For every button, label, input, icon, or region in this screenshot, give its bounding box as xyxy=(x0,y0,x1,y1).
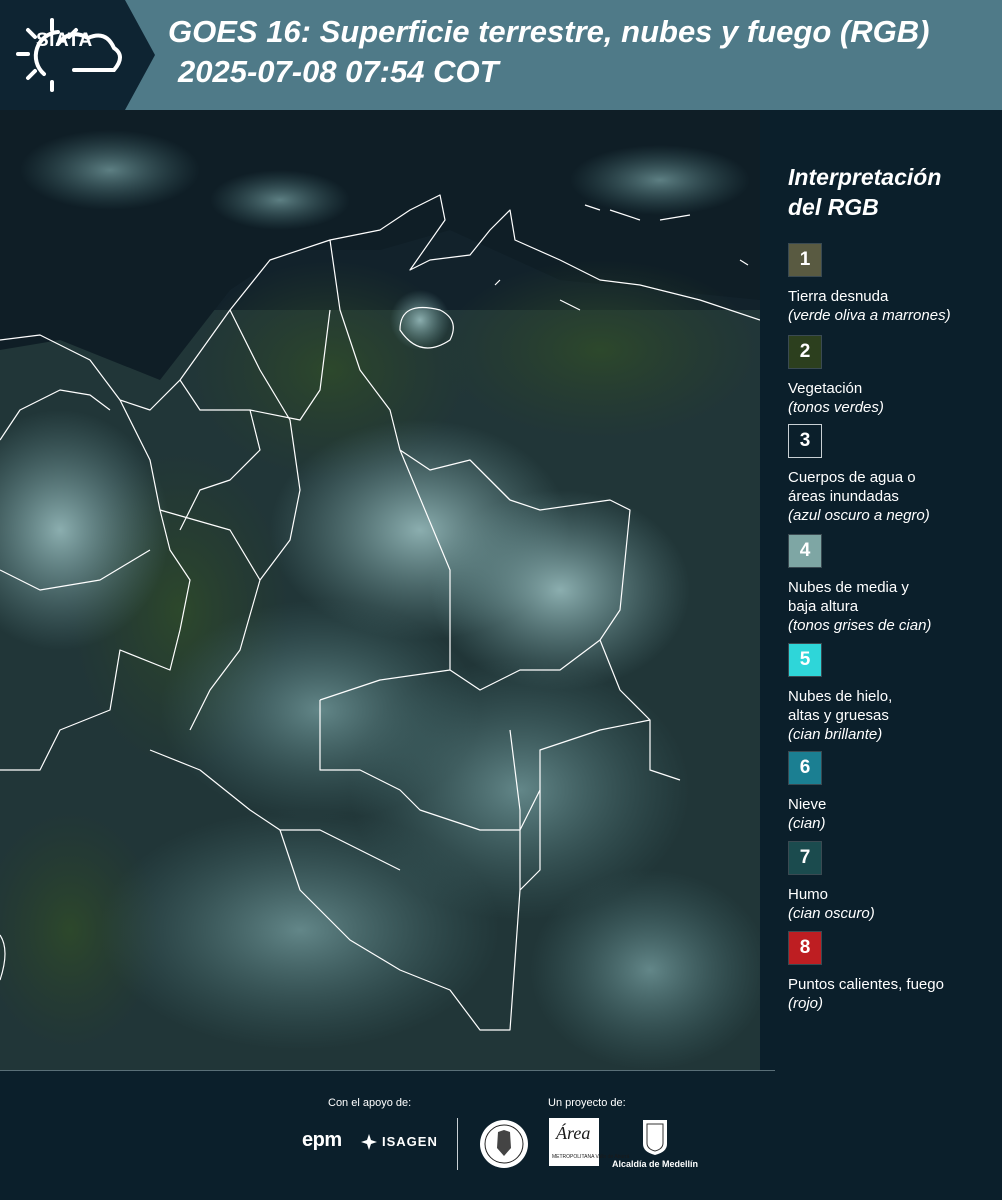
page-title: GOES 16: Superficie terrestre, nubes y f… xyxy=(168,14,930,49)
legend-label: Nubes de media y baja altura xyxy=(788,579,909,615)
legend-swatch-1: 1 xyxy=(788,243,822,277)
epm-logo[interactable]: epm xyxy=(302,1129,342,1152)
legend-label: Cuerpos de agua o áreas inundadas xyxy=(788,469,916,505)
legend-hint: (cian) xyxy=(788,815,826,832)
metropolitan-seal-icon[interactable] xyxy=(478,1118,530,1170)
support-label: Con el apoyo de: xyxy=(328,1097,412,1109)
legend-label: Nubes de hielo, altas y gruesas xyxy=(788,688,893,724)
legend-item-water: 3 Cuerpos de agua o áreas inundadas (azul… xyxy=(788,424,998,526)
legend-item-snow: 6 Nieve (cian) xyxy=(788,751,998,834)
legend-hint: (tonos grises de cian) xyxy=(788,617,932,634)
project-label: Un proyecto de: xyxy=(548,1097,626,1109)
legend-item-vegetation: 2 Vegetación (tonos verdes) xyxy=(788,335,998,418)
header: SIATA GOES 16: Superficie terrestre, nub… xyxy=(0,0,1002,110)
alcaldia-shield-icon[interactable] xyxy=(641,1118,669,1156)
legend-hint: (verde oliva a marrones) xyxy=(788,307,951,324)
legend-hint: (cian oscuro) xyxy=(788,905,875,922)
legend-item-fire: 8 Puntos calientes, fuego (rojo) xyxy=(788,931,998,1014)
footer-divider-line xyxy=(0,1070,775,1071)
legend-hint: (rojo) xyxy=(788,995,824,1012)
alcaldia-logo-text: Alcaldía de Medellín xyxy=(612,1159,699,1169)
legend-label: Puntos calientes, fuego xyxy=(788,976,944,993)
legend-panel: Interpretación del RGB 1 Tierra desnuda … xyxy=(760,110,1002,1070)
siata-logo xyxy=(16,18,122,92)
legend-hint: (cian brillante) xyxy=(788,726,883,743)
legend-label: Humo xyxy=(788,886,829,903)
satellite-map[interactable] xyxy=(0,110,760,1070)
legend-label: Vegetación xyxy=(788,380,863,397)
legend-item-bare-soil: 1 Tierra desnuda (verde oliva a marrones… xyxy=(788,243,998,326)
legend-title: Interpretación del RGB xyxy=(788,162,941,222)
satellite-image xyxy=(0,110,760,1070)
legend-hint: (azul oscuro a negro) xyxy=(788,507,930,524)
footer: Con el apoyo de: Un proyecto de: epm ISA… xyxy=(0,1070,1002,1200)
legend-title-line2: del RGB xyxy=(788,194,879,220)
page-datetime: 2025-07-08 07:54 COT xyxy=(178,54,499,89)
siata-logo-text: SIATA xyxy=(36,30,93,51)
legend-item-ice-clouds: 5 Nubes de hielo, altas y gruesas (cian b… xyxy=(788,643,998,745)
legend-swatch-3: 3 xyxy=(788,424,822,458)
legend-swatch-2: 2 xyxy=(788,335,822,369)
legend-title-line1: Interpretación xyxy=(788,164,942,190)
legend-label: Tierra desnuda xyxy=(788,288,889,305)
legend-hint: (tonos verdes) xyxy=(788,399,884,416)
isagen-logo[interactable]: ISAGEN xyxy=(382,1134,438,1149)
legend-swatch-8: 8 xyxy=(788,931,822,965)
area-logo-text: Área xyxy=(556,1123,591,1143)
isagen-mark-icon xyxy=(361,1134,377,1150)
legend-swatch-5: 5 xyxy=(788,643,822,677)
legend-swatch-6: 6 xyxy=(788,751,822,785)
footer-divider xyxy=(457,1118,458,1170)
legend-item-mid-low-clouds: 4 Nubes de media y baja altura (tonos gri… xyxy=(788,534,998,636)
legend-swatch-4: 4 xyxy=(788,534,822,568)
legend-item-smoke: 7 Humo (cian oscuro) xyxy=(788,841,998,924)
legend-swatch-7: 7 xyxy=(788,841,822,875)
legend-label: Nieve xyxy=(788,796,827,813)
